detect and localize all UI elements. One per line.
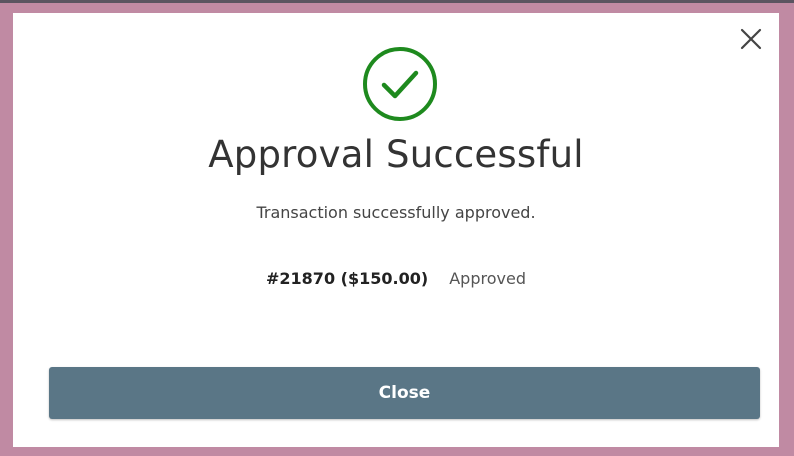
window-top-strip (0, 0, 794, 3)
close-icon[interactable] (739, 27, 763, 51)
close-button[interactable]: Close (49, 367, 760, 419)
dialog-title: Approval Successful (208, 133, 584, 176)
checkmark-circle-icon (362, 46, 438, 122)
transaction-summary: #21870 ($150.00) Approved (13, 269, 779, 288)
approval-dialog: Approval Successful Transaction successf… (13, 13, 779, 447)
transaction-status: Approved (449, 269, 526, 288)
transaction-id-amount: #21870 ($150.00) (266, 269, 429, 288)
dialog-message: Transaction successfully approved. (256, 203, 536, 222)
